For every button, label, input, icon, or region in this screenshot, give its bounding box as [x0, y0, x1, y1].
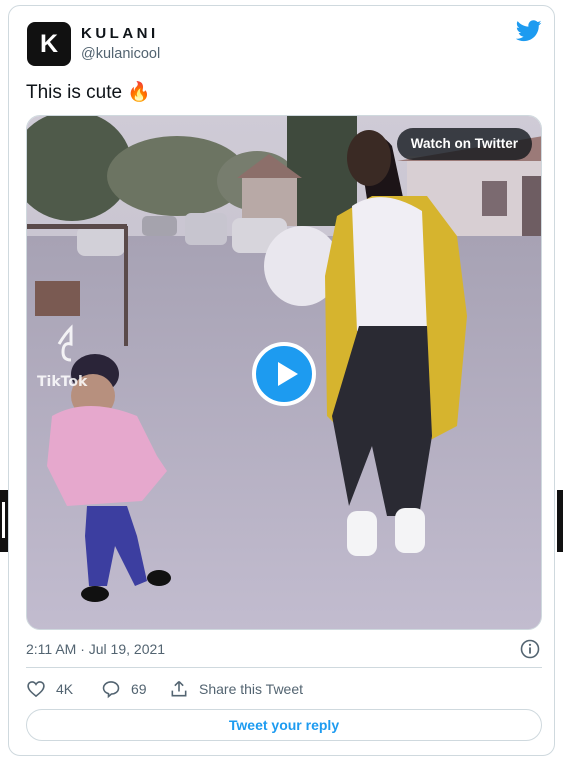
avatar[interactable]: K — [27, 22, 71, 66]
play-button[interactable] — [252, 342, 316, 406]
tweet-card[interactable]: K KULANI @kulanicool This is cute 🔥 TikT… — [8, 5, 555, 756]
play-icon — [278, 362, 298, 386]
background-edge-right — [557, 490, 563, 552]
divider — [26, 667, 542, 668]
video-player[interactable]: TikTok Watch on Twitter — [26, 115, 542, 630]
share-icon — [171, 680, 187, 697]
reply-count-button[interactable]: 69 — [101, 679, 147, 699]
share-button[interactable]: Share this Tweet — [169, 679, 303, 699]
twitter-bird-icon[interactable] — [516, 20, 542, 42]
like-button[interactable]: 4K — [26, 679, 73, 699]
info-icon[interactable] — [520, 639, 540, 659]
tweet-timestamp[interactable]: 2:11 AM · Jul 19, 2021 — [26, 641, 165, 657]
tiktok-watermark: TikTok — [37, 374, 88, 390]
tweet-your-reply-button[interactable]: Tweet your reply — [26, 709, 542, 741]
share-label: Share this Tweet — [199, 681, 304, 697]
reply-count: 69 — [131, 681, 147, 697]
heart-icon — [27, 681, 45, 698]
author-display-name[interactable]: KULANI — [81, 25, 159, 42]
avatar-letter: K — [39, 29, 59, 58]
reply-bubble-icon — [102, 681, 120, 699]
like-count: 4K — [56, 681, 74, 697]
tweet-text: This is cute 🔥 — [26, 82, 152, 103]
author-handle[interactable]: @kulanicool — [81, 46, 160, 62]
watch-on-twitter-button[interactable]: Watch on Twitter — [396, 128, 532, 160]
